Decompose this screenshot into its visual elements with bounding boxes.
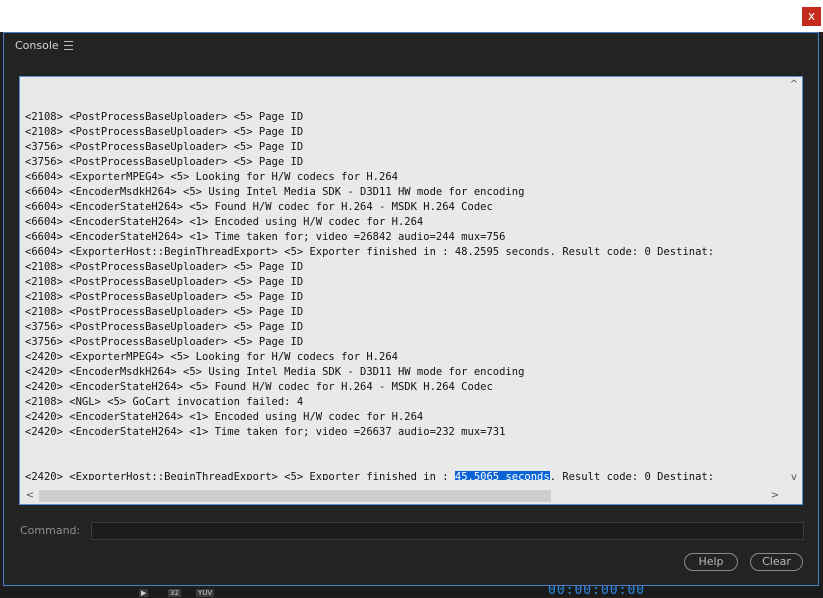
yuv-badge: YUV: [196, 589, 215, 597]
window-titlebar: [0, 0, 823, 32]
log-line: <2420> <ExporterHost::BeginThreadExport>…: [25, 470, 785, 480]
log-lines: <2108> <PostProcessBaseUploader> <5> Pag…: [25, 80, 785, 480]
dialog-title: Console: [15, 39, 59, 52]
log-line-prefix: <2420> <ExporterHost::BeginThreadExport>…: [25, 471, 455, 480]
log-line: <2108> <PostProcessBaseUploader> <5> Pag…: [25, 126, 304, 138]
bit-depth-badge: 32: [168, 589, 181, 597]
log-line: <2108> <PostProcessBaseUploader> <5> Pag…: [25, 276, 304, 288]
log-line: <6604> <EncoderMsdkH264> <5> Using Intel…: [25, 186, 525, 198]
hamburger-icon[interactable]: [64, 41, 73, 50]
log-line: <2420> <ExporterMPEG4> <5> Looking for H…: [25, 351, 398, 363]
command-label: Command:: [20, 524, 81, 537]
log-line: <2420> <EncoderStateH264> <1> Time taken…: [25, 426, 506, 438]
chevron-down-icon[interactable]: v: [787, 472, 801, 484]
log-line: <2420> <EncoderMsdkH264> <5> Using Intel…: [25, 366, 525, 378]
close-button[interactable]: x: [802, 7, 821, 26]
horizontal-scroll-thumb[interactable]: [39, 490, 551, 502]
help-button[interactable]: Help: [684, 553, 738, 571]
log-line: <6604> <EncoderStateH264> <5> Found H/W …: [25, 201, 493, 213]
log-line: <6604> <ExporterMPEG4> <5> Looking for H…: [25, 171, 398, 183]
clear-button[interactable]: Clear: [750, 553, 803, 571]
chevron-right-icon[interactable]: >: [768, 490, 782, 502]
log-line: <2108> <NGL> <5> GoCart invocation faile…: [25, 396, 304, 408]
command-input[interactable]: [91, 522, 804, 540]
playback-badge: ▶: [139, 589, 149, 597]
log-line: <6604> <EncoderStateH264> <1> Time taken…: [25, 231, 506, 243]
log-line: <2108> <PostProcessBaseUploader> <5> Pag…: [25, 291, 304, 303]
chevron-left-icon[interactable]: <: [23, 490, 37, 502]
scrollbar-corner: [786, 488, 802, 504]
console-log-panel[interactable]: <2108> <PostProcessBaseUploader> <5> Pag…: [19, 76, 803, 505]
log-line: <3756> <PostProcessBaseUploader> <5> Pag…: [25, 321, 304, 333]
log-line: <6604> <EncoderStateH264> <1> Encoded us…: [25, 216, 424, 228]
log-line-suffix: . Result code: 0 Destinat:: [549, 471, 715, 480]
selected-text[interactable]: 45.5065 seconds: [454, 471, 550, 480]
horizontal-scrollbar[interactable]: < >: [20, 488, 786, 504]
log-line: <2108> <PostProcessBaseUploader> <5> Pag…: [25, 111, 304, 123]
log-line: <3756> <PostProcessBaseUploader> <5> Pag…: [25, 141, 304, 153]
timecode-display: 00:00:00:00: [548, 583, 646, 598]
background-timeline-strip: [0, 588, 823, 597]
log-line: <3756> <PostProcessBaseUploader> <5> Pag…: [25, 156, 304, 168]
log-line: <6604> <ExporterHost::BeginThreadExport>…: [25, 246, 715, 258]
log-line: <3756> <PostProcessBaseUploader> <5> Pag…: [25, 336, 304, 348]
log-line: <2108> <PostProcessBaseUploader> <5> Pag…: [25, 306, 304, 318]
chevron-up-icon[interactable]: ^: [787, 79, 801, 91]
vertical-scrollbar[interactable]: ^ v: [786, 77, 802, 487]
log-line: <2420> <EncoderStateH264> <5> Found H/W …: [25, 381, 493, 393]
log-line: <2108> <PostProcessBaseUploader> <5> Pag…: [25, 261, 304, 273]
log-line: <2420> <EncoderStateH264> <1> Encoded us…: [25, 411, 424, 423]
